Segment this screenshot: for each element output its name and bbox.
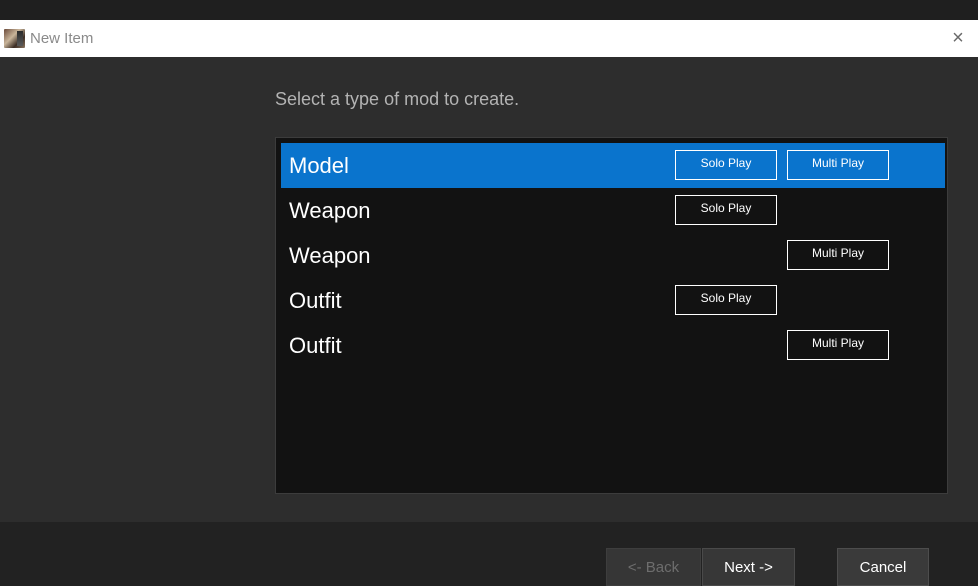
mod-type-row[interactable]: Outfit Multi Play (281, 323, 945, 368)
mod-type-row[interactable]: Outfit Solo Play (281, 278, 945, 323)
dialog-footer: <- Back Next -> Cancel (0, 522, 978, 586)
multi-play-badge: Multi Play (787, 150, 889, 180)
solo-play-badge: Solo Play (675, 285, 777, 315)
cancel-button[interactable]: Cancel (837, 548, 929, 586)
app-icon (4, 29, 25, 48)
top-strip (0, 0, 978, 20)
mod-type-label: Model (289, 153, 349, 178)
mod-type-row[interactable]: Model Solo Play Multi Play (281, 143, 945, 188)
mod-type-label: Outfit (289, 288, 342, 313)
mod-type-label: Weapon (289, 243, 371, 268)
close-icon: × (952, 27, 964, 49)
mod-type-label: Weapon (289, 198, 371, 223)
multi-play-badge: Multi Play (787, 330, 889, 360)
next-button[interactable]: Next -> (702, 548, 795, 586)
window-title: New Item (30, 30, 94, 47)
dialog-prompt: Select a type of mod to create. (275, 89, 520, 109)
mod-type-row[interactable]: Weapon Multi Play (281, 233, 945, 278)
multi-play-badge: Multi Play (787, 240, 889, 270)
solo-play-badge: Solo Play (675, 195, 777, 225)
mod-type-row[interactable]: Weapon Solo Play (281, 188, 945, 233)
mod-type-list[interactable]: Model Solo Play Multi Play Weapon Solo Play W… (275, 137, 948, 494)
back-button[interactable]: <- Back (606, 548, 701, 586)
solo-play-badge: Solo Play (675, 150, 777, 180)
close-button[interactable]: × (938, 20, 978, 57)
title-bar: New Item × (0, 20, 978, 57)
dialog-body: Select a type of mod to create. Model Sol… (0, 57, 978, 522)
mod-type-label: Outfit (289, 333, 342, 358)
